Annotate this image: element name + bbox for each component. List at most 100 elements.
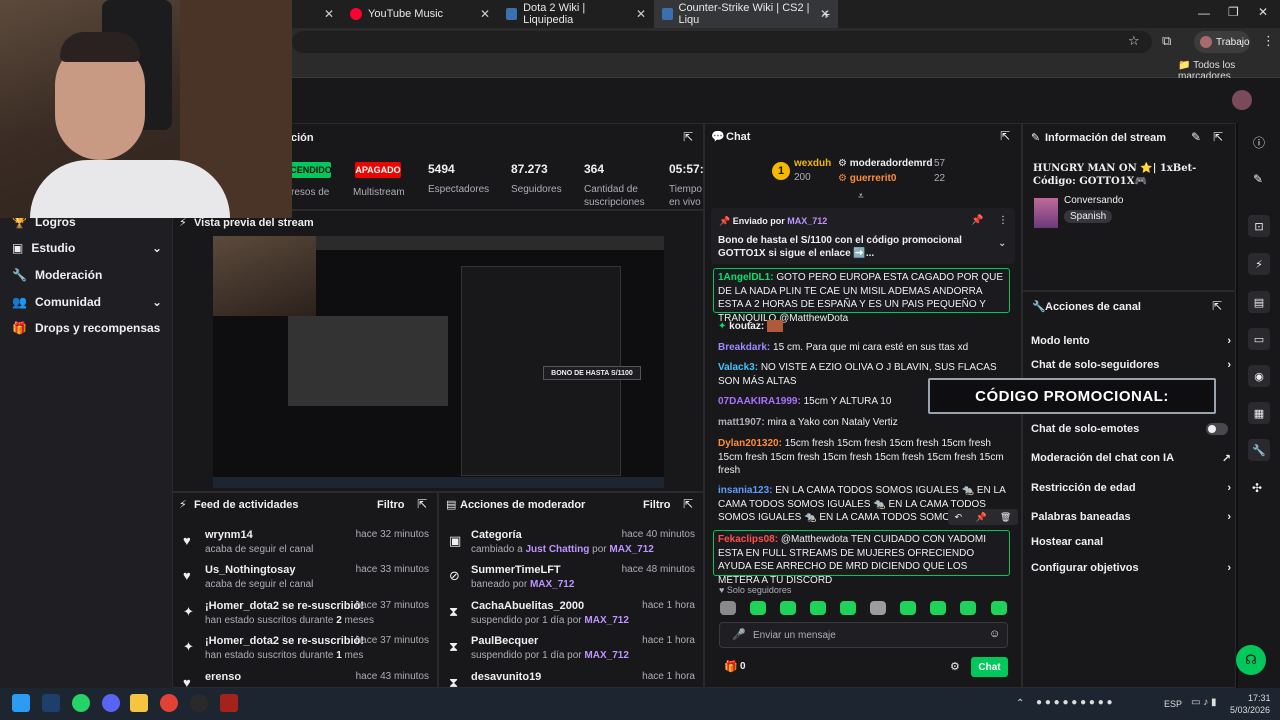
edit-icon[interactable]: ✎ <box>1191 130 1201 144</box>
file-explorer-icon[interactable] <box>130 694 148 712</box>
popout-icon[interactable]: ⇱ <box>1000 129 1010 143</box>
leaderboard-entry-3[interactable]: ⚙ guerrerit0 <box>838 173 896 184</box>
extensions-icon[interactable]: ✣ <box>1252 481 1262 495</box>
profile-button[interactable]: Trabajo <box>1194 31 1250 53</box>
pencil-icon[interactable]: ✎ <box>1253 172 1263 186</box>
emote-button[interactable] <box>780 601 796 615</box>
url-input[interactable] <box>292 31 1152 53</box>
sidebar-item-drops[interactable]: 🎁 Drops y recompensas <box>12 321 160 335</box>
emote-only-toggle[interactable] <box>1206 423 1228 435</box>
action-followers-only[interactable]: Chat de solo-seguidores › <box>1031 359 1231 371</box>
dota2-icon[interactable] <box>220 694 238 712</box>
chat-settings-icon[interactable]: ⚙ <box>950 660 960 673</box>
whatsapp-icon[interactable] <box>72 694 90 712</box>
emote-button[interactable] <box>750 601 766 615</box>
bookmark-star-icon[interactable]: ☆ <box>1128 33 1140 49</box>
emoji-icon[interactable]: ☺ <box>989 628 1000 640</box>
sidebar-item-comunidad[interactable]: 👥 Comunidad ⌄ <box>12 295 162 309</box>
reply-icon[interactable]: ↶ <box>955 512 963 523</box>
wrench-icon[interactable]: 🔧 <box>1248 439 1270 461</box>
leaderboard-user[interactable]: wexduh <box>794 158 831 169</box>
obs-icon[interactable] <box>190 694 208 712</box>
chat-username[interactable]: Valack3: <box>718 362 758 373</box>
action-emote-only[interactable]: Chat de solo-emotes <box>1031 423 1231 435</box>
close-icon[interactable]: ✕ <box>636 7 646 21</box>
channel-points-icon[interactable]: 🎁 <box>724 660 738 673</box>
leaderboard-entry-2[interactable]: ⚙ moderadordemrd <box>838 158 933 169</box>
mod-item-name[interactable]: CachaAbuelitas_2000 <box>471 600 584 612</box>
popout-icon[interactable]: ⇱ <box>683 130 693 144</box>
chat-username[interactable]: 1AngelDL1: <box>718 272 774 283</box>
mod-item-name[interactable]: PaulBecquer <box>471 635 538 647</box>
new-tab-icon[interactable]: + <box>822 6 830 22</box>
network-icon[interactable]: ▭ ♪ ▮ <box>1191 697 1217 708</box>
chat-input[interactable]: 🎤 Enviar un mensaje ☺ <box>719 622 1008 648</box>
layout-icon[interactable]: ▦ <box>1248 402 1270 424</box>
tab-close-partial[interactable]: ✕ <box>292 0 342 28</box>
more-options-icon[interactable]: ⋮ <box>998 215 1008 226</box>
action-host-channel[interactable]: Hostear canal <box>1031 536 1231 548</box>
window-close-icon[interactable]: ✕ <box>1258 5 1268 19</box>
emote-button[interactable] <box>870 601 886 615</box>
category-link[interactable]: Just Chatting <box>525 544 589 555</box>
tab-cs-wiki[interactable]: Counter-Strike Wiki | CS2 | Liqu ✕ <box>654 0 838 28</box>
discord-icon[interactable] <box>102 694 120 712</box>
action-banned-words[interactable]: Palabras baneadas › <box>1031 511 1231 523</box>
microphone-icon[interactable]: 🎤 <box>732 628 746 641</box>
emote-button[interactable] <box>900 601 916 615</box>
emote-button[interactable] <box>960 601 976 615</box>
sidebar-item-moderacion[interactable]: 🔧 Moderación <box>12 268 102 282</box>
emote-button[interactable] <box>991 601 1007 615</box>
chrome-icon[interactable] <box>160 694 178 712</box>
chat-username[interactable]: koutaz: <box>729 321 764 332</box>
action-age-restriction[interactable]: Restricción de edad › <box>1031 482 1231 494</box>
chat-username[interactable]: Fekaclips08: <box>718 534 778 545</box>
emote-button[interactable] <box>840 601 856 615</box>
tab-youtube-music[interactable]: YouTube Music ✕ <box>342 0 498 28</box>
popout-icon[interactable]: ⇱ <box>683 497 693 511</box>
chat-username[interactable]: Breakdark: <box>718 342 770 353</box>
extensions-icon[interactable]: ⧉ <box>1162 33 1171 49</box>
feed-item-name[interactable]: erenso <box>205 671 241 683</box>
clip-icon[interactable]: ⊡ <box>1248 215 1270 237</box>
delete-icon[interactable]: 🗑 <box>1000 512 1011 523</box>
feed-filter-button[interactable]: Filtro <box>377 499 405 511</box>
chat-send-button[interactable]: Chat <box>971 657 1008 677</box>
action-goals[interactable]: Configurar objetivos › <box>1031 562 1231 574</box>
pin-icon[interactable]: 📌 <box>975 512 986 523</box>
collapse-leaderboard-icon[interactable]: ⩡ <box>858 191 864 202</box>
preview-video[interactable]: BONO DE HASTA S/1100 <box>213 236 664 488</box>
action-ai-moderation[interactable]: Moderación del chat con IA ↗ <box>1031 452 1231 465</box>
clock-date[interactable]: 5/03/2026 <box>1230 705 1270 715</box>
bolt-icon[interactable]: ⚡ <box>1248 253 1270 275</box>
windows-start-icon[interactable] <box>12 694 30 712</box>
mod-item-name[interactable]: SummerTimeLFT <box>471 564 561 576</box>
chat-username[interactable]: Dylan201320: <box>718 438 782 449</box>
chat-username[interactable]: matt1907: <box>718 417 765 428</box>
language-indicator[interactable]: ESP <box>1164 699 1182 709</box>
pin-icon[interactable]: 📌 <box>971 215 983 226</box>
chat-username[interactable]: 07DAAKIRA1999: <box>718 396 801 407</box>
document-icon[interactable]: ▤ <box>1248 291 1270 313</box>
tray-icons[interactable]: ● ● ● ● ● ● ● ● ● <box>1036 697 1113 708</box>
chat-icon[interactable]: ▭ <box>1248 328 1270 350</box>
popout-icon[interactable]: ⇱ <box>417 497 427 511</box>
feed-item-name[interactable]: ¡Homer_dota2 se re-suscribió! <box>205 635 364 647</box>
info-icon[interactable]: ⓘ <box>1253 134 1265 151</box>
close-icon[interactable]: ✕ <box>480 7 490 21</box>
broadcast-icon[interactable]: ◉ <box>1248 365 1270 387</box>
moderator-link[interactable]: MAX_712 <box>609 544 653 555</box>
close-icon[interactable]: ✕ <box>324 7 334 21</box>
steam-icon[interactable] <box>42 694 60 712</box>
popout-icon[interactable]: ⇱ <box>1212 299 1222 313</box>
emote-button[interactable] <box>930 601 946 615</box>
feed-item-name[interactable]: wrynm14 <box>205 529 253 541</box>
moderator-link[interactable]: MAX_712 <box>530 579 574 590</box>
mod-item-name[interactable]: Categoría <box>471 529 522 541</box>
sidebar-item-estudio[interactable]: ▣ Estudio ⌄ <box>12 241 162 255</box>
moderator-link[interactable]: MAX_712 <box>584 615 628 626</box>
moderator-link[interactable]: MAX_712 <box>584 650 628 661</box>
chat-username[interactable]: insania123: <box>718 485 772 496</box>
tab-dota2-wiki[interactable]: Dota 2 Wiki | Liquipedia ✕ <box>498 0 654 28</box>
chevron-up-icon[interactable]: ⌃ <box>1016 698 1024 709</box>
